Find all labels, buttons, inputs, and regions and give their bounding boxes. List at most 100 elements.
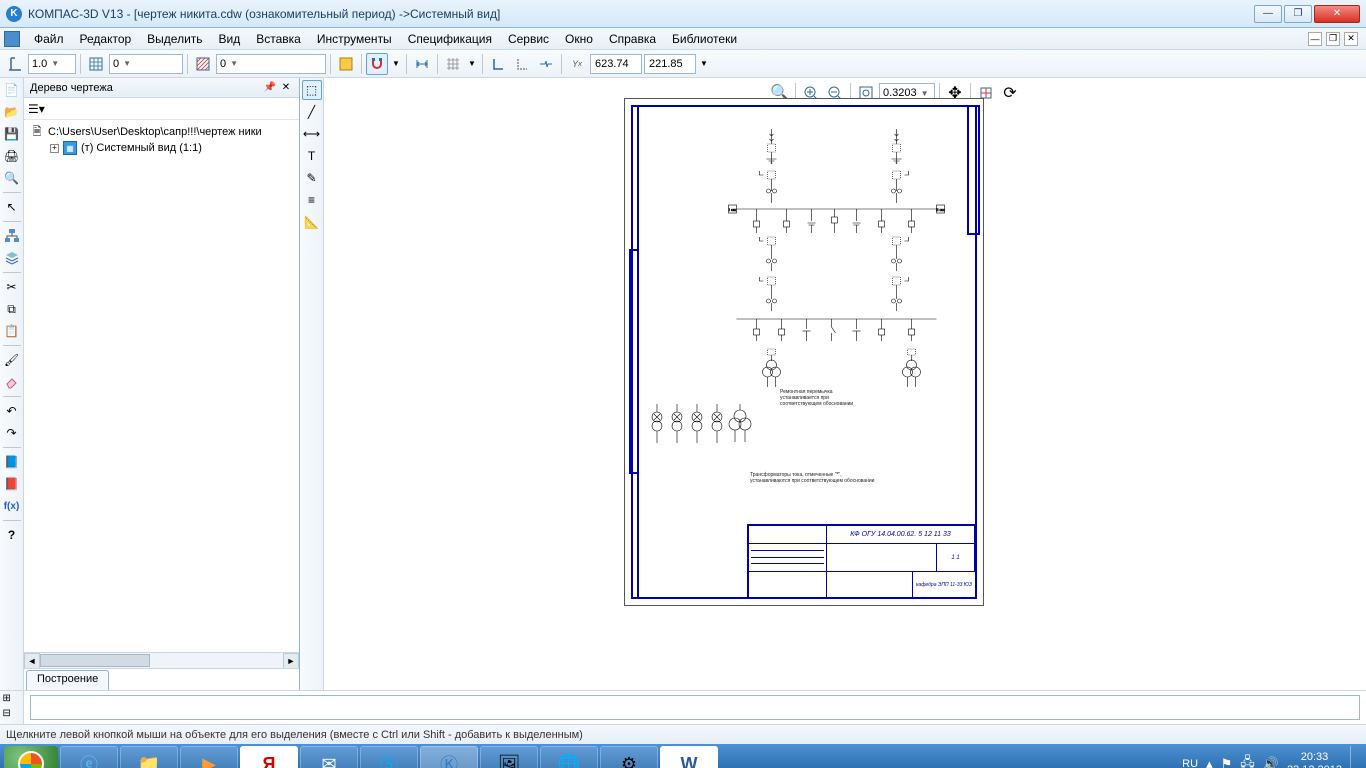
drawing-sheet[interactable]: I сш II сш [624,98,984,606]
menu-help[interactable]: Справка [601,30,664,48]
grid-dropdown[interactable]: ▼ [466,53,478,75]
coord-dropdown[interactable]: ▼ [698,53,710,75]
taskbar-yandex-icon[interactable]: Я [240,746,298,768]
open-icon[interactable]: 📂 [2,102,22,122]
axis-break-icon[interactable] [535,53,557,75]
taskbar-app-icon[interactable]: ⚙ [600,746,658,768]
tray-lang[interactable]: RU [1182,758,1198,768]
magnet-icon[interactable] [366,53,388,75]
menu-spec[interactable]: Спецификация [400,30,500,48]
menu-edit[interactable]: Редактор [72,30,140,48]
tab-build[interactable]: Построение [26,670,109,690]
color-swatch[interactable] [335,53,357,75]
help-icon[interactable]: ? [2,525,22,545]
cmd-tool1-icon[interactable]: ⊞ [3,693,21,707]
tree-root-item[interactable]: 🗎 C:\Users\User\Desktop\сапр!!!\чертеж н… [30,124,297,140]
tree-close-icon[interactable]: ✕ [279,81,293,95]
copy-icon[interactable]: ⧉ [2,299,22,319]
tray-volume-icon[interactable]: 🔊 [1263,756,1279,768]
menu-tools[interactable]: Инструменты [309,30,400,48]
dim-tool-icon[interactable]: ⟷ [302,124,322,144]
text-tool-icon[interactable]: T [302,146,322,166]
start-button[interactable] [4,746,58,768]
window-close-button[interactable]: ✕ [1314,5,1360,23]
dimension-icon[interactable] [411,53,433,75]
menu-view[interactable]: Вид [211,30,249,48]
hierarchy-icon[interactable] [2,226,22,246]
taskbar-mail-icon[interactable]: ✉ [300,746,358,768]
taskbar-wmp-icon[interactable]: ▶ [180,746,238,768]
command-input[interactable] [30,695,1360,720]
taskbar-skype-icon[interactable]: Ⓢ [360,746,418,768]
menu-insert[interactable]: Вставка [248,30,309,48]
window-maximize-button[interactable]: ❐ [1284,5,1312,23]
magnet-dropdown[interactable]: ▼ [390,53,402,75]
print-icon[interactable]: 🖨 [2,146,22,166]
taskbar-explorer-icon[interactable]: 📁 [120,746,178,768]
fx-icon[interactable]: f(x) [2,496,22,516]
edit-tool-icon[interactable]: ✎ [302,168,322,188]
cmd-tool2-icon[interactable]: ⊟ [3,708,21,722]
tray-network-icon[interactable]: 🖧 [1240,753,1255,768]
taskbar-ie-icon[interactable]: ⓔ [60,746,118,768]
command-row: ⊞ ⊟ [0,690,1366,724]
layer-combo[interactable]: 0▼ [216,54,326,74]
pointer-icon[interactable]: ↖ [2,197,22,217]
new-icon[interactable]: 📄 [2,80,22,100]
mdi-maximize-button[interactable]: ❐ [1326,32,1340,46]
undo-icon[interactable]: ↶ [2,401,22,421]
tree-view-item[interactable]: + ▦ (т) Системный вид (1:1) [30,140,297,156]
book-icon[interactable]: 📘 [2,452,22,472]
canvas-area[interactable]: 🔍 0.3203▼ ✥ ⟳ [324,78,1366,690]
scroll-thumb[interactable] [40,654,150,667]
taskbar-word-icon[interactable]: W [660,746,718,768]
grid-toggle-icon[interactable] [442,53,464,75]
save-icon[interactable]: 💾 [2,124,22,144]
brush-icon[interactable]: 🖌 [2,350,22,370]
tree-list-icon[interactable]: ☰▾ [28,102,45,116]
book2-icon[interactable]: 📕 [2,474,22,494]
paste-icon[interactable]: 📋 [2,321,22,341]
menubar: Файл Редактор Выделить Вид Вставка Инстр… [0,28,1366,50]
scroll-right-icon[interactable]: ► [283,653,299,669]
cut-icon[interactable]: ✂ [2,277,22,297]
refresh-icon[interactable]: ⟳ [999,82,1021,104]
preview-icon[interactable]: 🔍 [2,168,22,188]
menu-file[interactable]: Файл [26,30,72,48]
line-tool-icon[interactable]: ╱ [302,102,322,122]
taskbar-kompas-icon[interactable]: Ⓚ [420,746,478,768]
select-tool-icon[interactable]: ⬚ [302,80,322,100]
tray-up-icon[interactable]: ▴ [1206,756,1213,768]
menu-service[interactable]: Сервис [500,30,557,48]
show-desktop-button[interactable] [1350,746,1358,768]
step-combo[interactable]: 1.0▼ [28,54,76,74]
window-minimize-button[interactable]: — [1254,5,1282,23]
expand-icon[interactable]: + [50,144,59,153]
grid-combo[interactable]: 0▼ [109,54,183,74]
menu-libs[interactable]: Библиотеки [664,30,745,48]
menu-select[interactable]: Выделить [139,30,210,48]
taskbar-image-icon[interactable]: 🖼 [480,746,538,768]
taskbar-chrome-icon[interactable]: 🌐 [540,746,598,768]
grid-step-icon[interactable] [85,53,107,75]
hatch-icon[interactable] [192,53,214,75]
tree-hscrollbar[interactable]: ◄ ► [24,652,299,668]
mdi-close-button[interactable]: ✕ [1344,32,1358,46]
drawing-note2: Трансформаторы тока, отмеченные "*", уст… [750,472,874,484]
redo-icon[interactable]: ↷ [2,423,22,443]
ortho-l2-icon[interactable] [511,53,533,75]
tray-flag-icon[interactable]: ⚑ [1221,756,1233,768]
param-tool-icon[interactable]: ≡ [302,190,322,210]
mdi-minimize-button[interactable]: — [1308,32,1322,46]
scroll-left-icon[interactable]: ◄ [24,653,40,669]
coord-x-field[interactable]: 623.74 [590,54,642,74]
eraser-icon[interactable] [2,372,22,392]
ortho-l-icon[interactable] [487,53,509,75]
step-icon[interactable] [4,53,26,75]
menu-window[interactable]: Окно [557,30,601,48]
tree-pin-icon[interactable]: 📌 [263,81,277,95]
coord-y-field[interactable]: 221.85 [644,54,696,74]
layers-icon[interactable] [2,248,22,268]
measure-tool-icon[interactable]: 📐 [302,212,322,232]
tray-clock[interactable]: 20:33 22.12.2012 [1287,751,1342,768]
